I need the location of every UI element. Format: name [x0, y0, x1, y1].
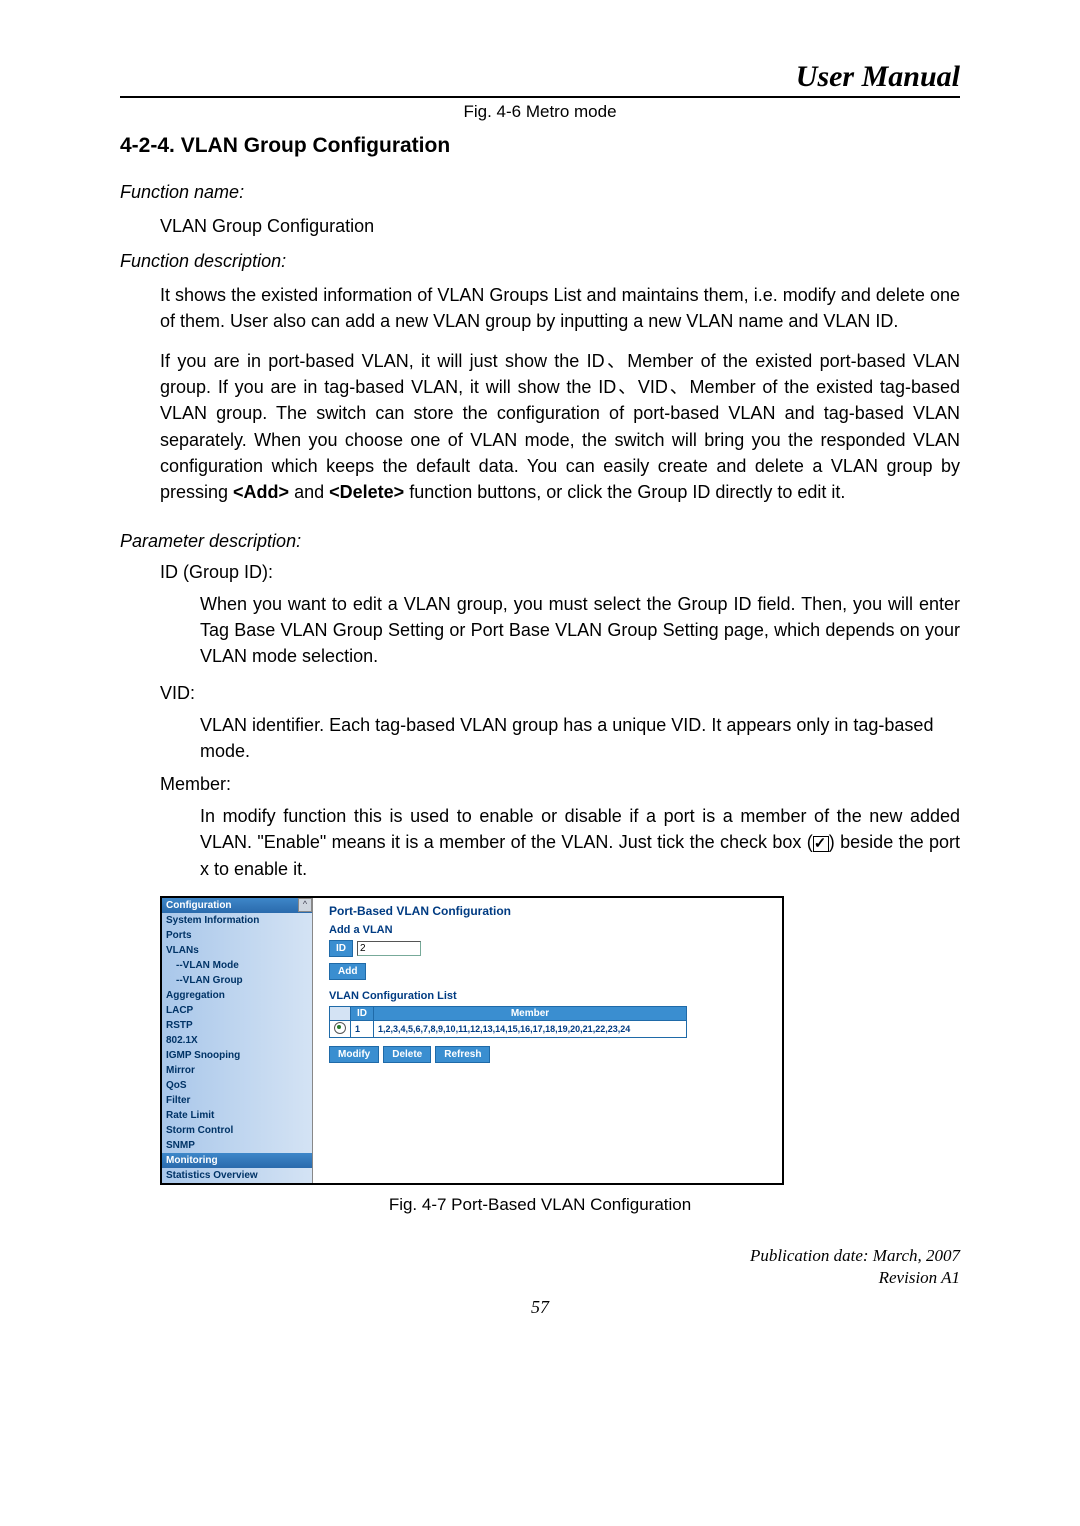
- function-description-label: Function description:: [120, 251, 960, 272]
- nav-item[interactable]: Aggregation: [162, 988, 312, 1003]
- nav-item[interactable]: Statistics Overview: [162, 1168, 312, 1183]
- parameter-description-label: Parameter description:: [120, 531, 960, 552]
- refresh-button[interactable]: Refresh: [435, 1046, 490, 1063]
- radio-selected-icon[interactable]: [334, 1022, 346, 1034]
- figure-caption-bottom: Fig. 4-7 Port-Based VLAN Configuration: [120, 1195, 960, 1215]
- cell-member: 1,2,3,4,5,6,7,8,9,10,11,12,13,14,15,16,1…: [374, 1020, 687, 1037]
- nav-item[interactable]: Ports: [162, 928, 312, 943]
- table-row[interactable]: 1 1,2,3,4,5,6,7,8,9,10,11,12,13,14,15,16…: [330, 1020, 687, 1037]
- figure-caption-top: Fig. 4-6 Metro mode: [120, 102, 960, 122]
- param-vid-text: VLAN identifier. Each tag-based VLAN gro…: [200, 712, 960, 764]
- nav-sidebar: ^ Configuration System Information Ports…: [162, 898, 313, 1183]
- vlan-list-label: VLAN Configuration List: [329, 990, 772, 1002]
- function-name-label: Function name:: [120, 182, 960, 203]
- screenshot-main: Port-Based VLAN Configuration Add a VLAN…: [313, 898, 782, 1183]
- screenshot-panel: ^ Configuration System Information Ports…: [160, 896, 784, 1185]
- param-member-label: Member:: [160, 774, 960, 795]
- id-input-row: ID: [329, 940, 772, 957]
- nav-item[interactable]: --VLAN Mode: [162, 958, 312, 973]
- nav-item[interactable]: Storm Control: [162, 1123, 312, 1138]
- delete-button[interactable]: Delete: [383, 1046, 431, 1063]
- vlan-id-input[interactable]: [357, 941, 421, 956]
- header-title: User Manual: [120, 60, 960, 98]
- revision: Revision A1: [120, 1267, 960, 1289]
- th-id: ID: [351, 1006, 374, 1020]
- section-heading: 4-2-4. VLAN Group Configuration: [120, 134, 960, 158]
- add-button[interactable]: Add: [329, 963, 366, 980]
- nav-item[interactable]: Filter: [162, 1093, 312, 1108]
- nav-item[interactable]: System Information: [162, 913, 312, 928]
- nav-item[interactable]: IGMP Snooping: [162, 1048, 312, 1063]
- nav-item[interactable]: QoS: [162, 1078, 312, 1093]
- cell-id: 1: [351, 1020, 374, 1037]
- param-id-text: When you want to edit a VLAN group, you …: [200, 591, 960, 669]
- add-vlan-label: Add a VLAN: [329, 924, 772, 936]
- publication-date: Publication date: March, 2007: [120, 1245, 960, 1267]
- nav-item[interactable]: --VLAN Group: [162, 973, 312, 988]
- nav-item[interactable]: 802.1X: [162, 1033, 312, 1048]
- panel-title: Port-Based VLAN Configuration: [329, 904, 772, 918]
- page-number: 57: [120, 1297, 960, 1318]
- description-paragraph-1: It shows the existed information of VLAN…: [160, 282, 960, 334]
- nav-header-configuration: Configuration: [162, 898, 312, 913]
- param-member-text: In modify function this is used to enabl…: [200, 803, 960, 881]
- param-id-label: ID (Group ID):: [160, 562, 960, 583]
- th-member: Member: [374, 1006, 687, 1020]
- param-vid-label: VID:: [160, 683, 960, 704]
- vlan-table: ID Member 1 1,2,3,4,5,6,7,8,9,10,11,12,1…: [329, 1006, 687, 1038]
- desc2-b: and: [294, 482, 329, 502]
- nav-item[interactable]: Mirror: [162, 1063, 312, 1078]
- nav-item[interactable]: Rate Limit: [162, 1108, 312, 1123]
- button-row: Modify Delete Refresh: [329, 1046, 772, 1063]
- nav-item[interactable]: SNMP: [162, 1138, 312, 1153]
- add-button-ref: <Add>: [233, 482, 289, 502]
- id-badge: ID: [329, 940, 353, 957]
- nav-item[interactable]: RSTP: [162, 1018, 312, 1033]
- modify-button[interactable]: Modify: [329, 1046, 379, 1063]
- document-page: User Manual Fig. 4-6 Metro mode 4-2-4. V…: [0, 0, 1080, 1358]
- desc2-c: function buttons, or click the Group ID …: [409, 482, 845, 502]
- checkbox-icon: [813, 836, 829, 852]
- nav-item[interactable]: LACP: [162, 1003, 312, 1018]
- delete-button-ref: <Delete>: [329, 482, 404, 502]
- nav-header-monitoring: Monitoring: [162, 1153, 312, 1168]
- nav-item[interactable]: VLANs: [162, 943, 312, 958]
- scroll-up-icon[interactable]: ^: [298, 898, 312, 912]
- function-name-value: VLAN Group Configuration: [160, 213, 960, 239]
- description-paragraph-2: If you are in port-based VLAN, it will j…: [160, 348, 960, 505]
- footer: Publication date: March, 2007 Revision A…: [120, 1245, 960, 1289]
- desc2-a: If you are in port-based VLAN, it will j…: [160, 351, 960, 501]
